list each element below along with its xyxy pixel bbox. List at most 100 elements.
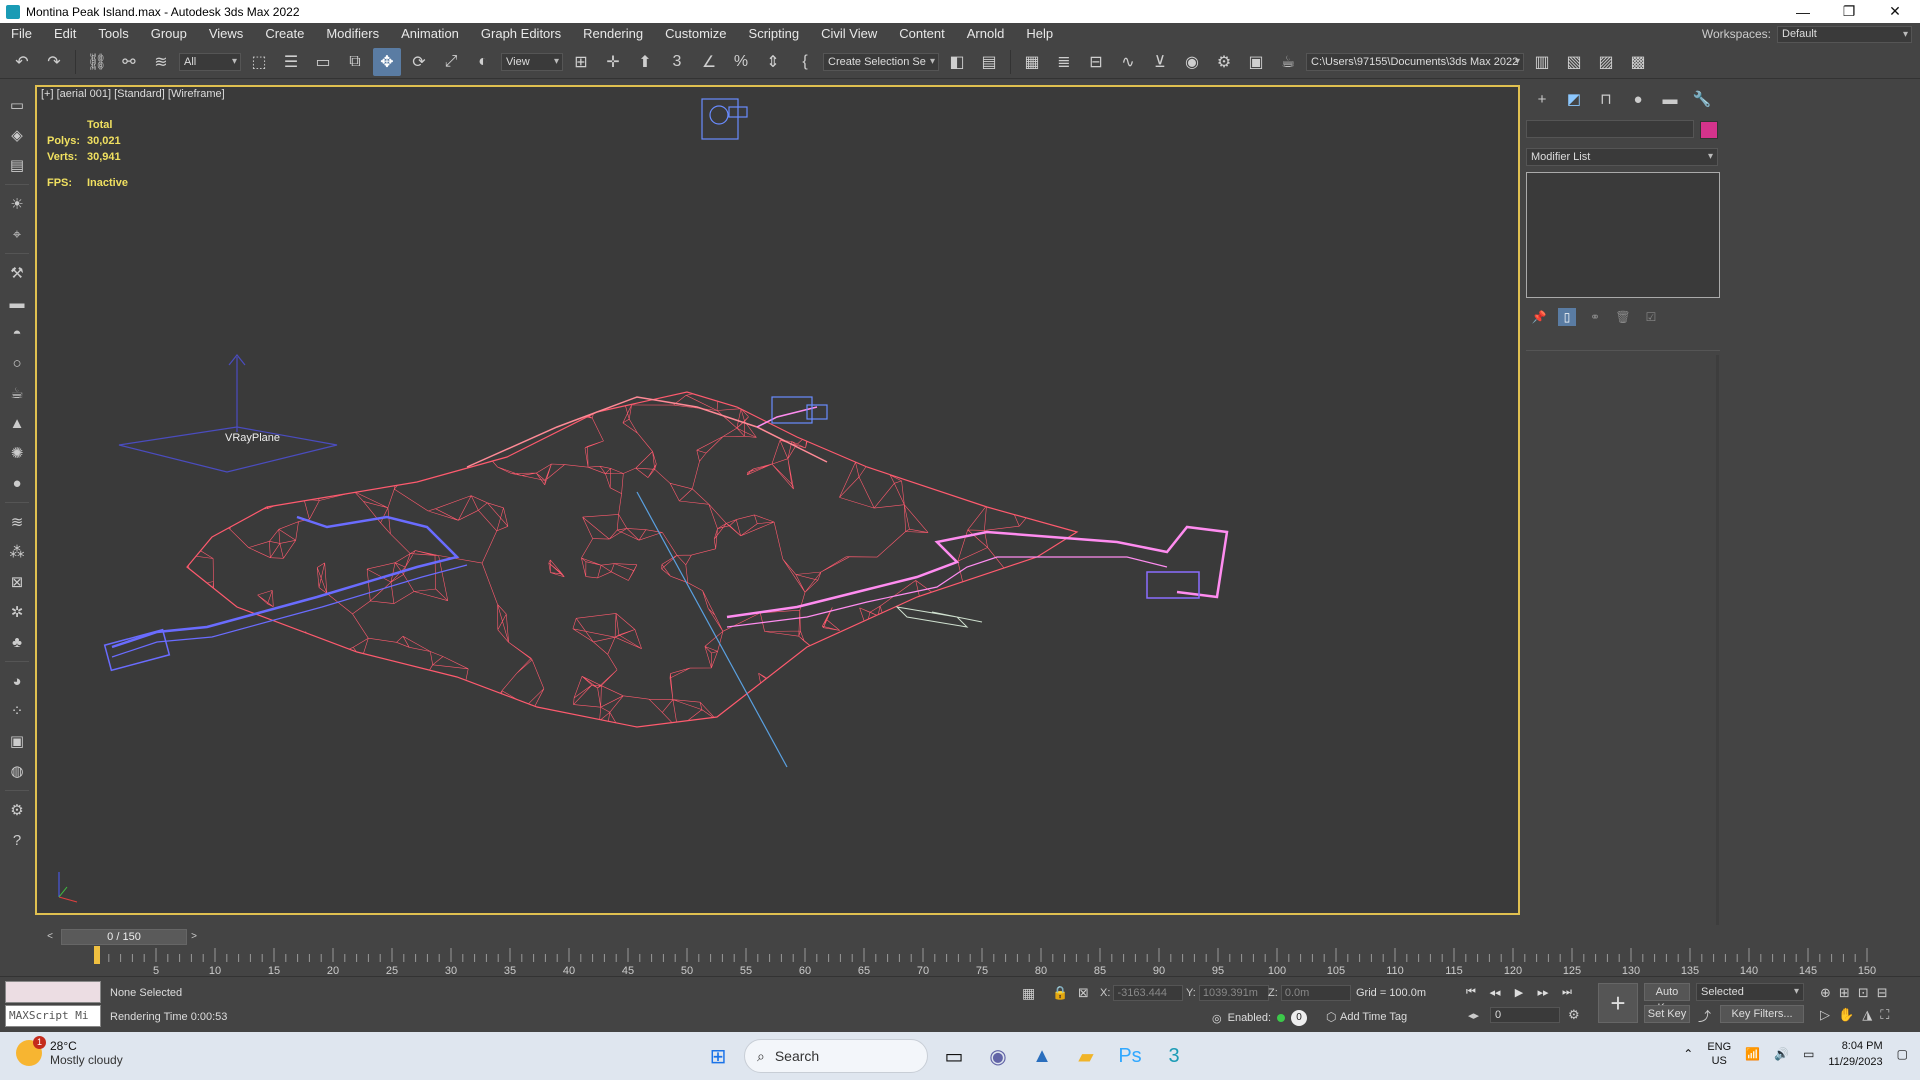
zoom-all-icon[interactable]: ⊞ — [1839, 985, 1850, 1001]
named-selection-dropdown[interactable]: Create Selection Se — [823, 52, 939, 71]
enabled-counter[interactable]: 0 — [1291, 1010, 1308, 1026]
rect-selection-icon[interactable]: ▭ — [309, 48, 337, 76]
unlink-icon[interactable]: ⚯ — [115, 48, 143, 76]
default-in-out-tangent-icon[interactable]: ⤴ — [1698, 1006, 1711, 1025]
create-tab-icon[interactable]: + — [1530, 88, 1554, 110]
notifications-icon[interactable]: ▢ — [1897, 1047, 1908, 1061]
taskbar-search[interactable]: ⌕ Search — [744, 1039, 928, 1073]
selection-filter-dropdown[interactable]: All — [179, 52, 241, 71]
menu-animation[interactable]: Animation — [390, 23, 470, 45]
modifier-list-dropdown[interactable]: Modifier List — [1526, 148, 1718, 166]
project-folder-icon[interactable]: ▥ — [1528, 48, 1556, 76]
project-open-icon[interactable]: ▧ — [1560, 48, 1588, 76]
select-by-name-icon[interactable]: ☰ — [277, 48, 305, 76]
menu-content[interactable]: Content — [888, 23, 956, 45]
proxy-icon[interactable]: ⊠ — [4, 569, 30, 595]
menu-customize[interactable]: Customize — [654, 23, 737, 45]
bind-spacewarp-icon[interactable]: ≋ — [147, 48, 175, 76]
y-coordinate-field[interactable]: 1039.391m — [1198, 985, 1269, 1001]
project-new-icon[interactable]: ▨ — [1592, 48, 1620, 76]
render-icon[interactable]: ☕ — [1274, 48, 1302, 76]
play-icon[interactable]: ▶ — [1510, 983, 1528, 1001]
render-setup-icon[interactable]: ⚙ — [1210, 48, 1238, 76]
scale-icon[interactable]: ⤢ — [437, 48, 465, 76]
battery-icon[interactable]: ▭ — [1803, 1047, 1814, 1061]
time-slider[interactable]: < 0 / 150 > — [35, 928, 1920, 946]
pivot-icon[interactable]: ⊞ — [567, 48, 595, 76]
menu-rendering[interactable]: Rendering — [572, 23, 654, 45]
zoom-extents-icon[interactable]: ⊡ — [1858, 985, 1869, 1001]
clock[interactable]: 8:04 PM 11/29/2023 — [1828, 1038, 1882, 1070]
goto-end-icon[interactable]: ⏭ — [1558, 983, 1576, 1001]
wifi-icon[interactable]: 📶 — [1745, 1047, 1760, 1061]
time-config-icon[interactable]: ⚙ — [1568, 1007, 1580, 1023]
grass-icon[interactable]: ♣ — [4, 629, 30, 655]
task-view-icon[interactable]: ▭ — [936, 1038, 972, 1074]
viewport-label[interactable]: [+] [aerial 001] [Standard] [Wireframe] — [41, 88, 225, 100]
rendered-frame-icon[interactable]: ▣ — [1242, 48, 1270, 76]
x-coordinate-field[interactable]: -3163.444 — [1113, 985, 1184, 1001]
spinner-snap-icon[interactable]: ⇕ — [759, 48, 787, 76]
edit-named-selection-icon[interactable]: { — [791, 48, 819, 76]
3dsmax-taskbar-icon[interactable]: 3 — [1156, 1038, 1192, 1074]
ribbon-icon[interactable]: ⊟ — [1082, 48, 1110, 76]
sky-icon[interactable]: ● — [4, 470, 30, 496]
set-key-button[interactable]: Set Key — [1644, 1005, 1690, 1023]
pan-icon[interactable]: ✋ — [1838, 1007, 1854, 1023]
menu-scripting[interactable]: Scripting — [738, 23, 811, 45]
sphere-icon[interactable]: ○ — [4, 350, 30, 376]
redo-icon[interactable]: ↷ — [40, 48, 68, 76]
time-prev-button[interactable]: < — [43, 929, 57, 945]
menu-group[interactable]: Group — [140, 23, 198, 45]
render-frame-icon[interactable]: ▣ — [4, 728, 30, 754]
hierarchy-tab-icon[interactable]: ⊓ — [1594, 88, 1618, 110]
auto-key-button[interactable]: Auto Key — [1644, 983, 1690, 1014]
menu-graph-editors[interactable]: Graph Editors — [470, 23, 572, 45]
minimize-button[interactable]: — — [1780, 0, 1826, 23]
material-editor-icon[interactable]: ◉ — [1178, 48, 1206, 76]
window-crossing-icon[interactable]: ⧉ — [341, 48, 369, 76]
time-tag-icon[interactable]: ⬡ — [1326, 1010, 1336, 1024]
menu-help[interactable]: Help — [1015, 23, 1064, 45]
adaptive-degradation[interactable]: ◎ Enabled: 0 — [1212, 1010, 1308, 1026]
make-unique-icon[interactable]: ⚭ — [1586, 308, 1604, 326]
utilities-tab-icon[interactable]: 🔧 — [1690, 88, 1714, 110]
maxscript-listener[interactable] — [5, 981, 101, 1003]
particles-icon[interactable]: ⁂ — [4, 539, 30, 565]
track-bar[interactable]: 5 10 15 20 25 30 35 40 45 50 55 60 65 70 75 80 85 90 95 100… — [35, 946, 1920, 976]
object-color-swatch[interactable] — [1700, 121, 1718, 139]
keyboard-shortcut-icon[interactable]: ⬆ — [631, 48, 659, 76]
close-button[interactable]: ✕ — [1872, 0, 1918, 23]
z-coordinate-field[interactable]: 0.0m — [1280, 985, 1351, 1001]
layer-explorer-icon[interactable]: ≣ — [1050, 48, 1078, 76]
angle-snap-icon[interactable]: ∠ — [695, 48, 723, 76]
scene-explorer-icon[interactable]: ▦ — [1018, 48, 1046, 76]
tools-icon[interactable]: ⚙ — [4, 797, 30, 823]
photos-icon[interactable]: ▲ — [1024, 1038, 1060, 1074]
mirror-icon[interactable]: ◧ — [943, 48, 971, 76]
weather-widget[interactable]: 1 28°C Mostly cloudy — [16, 1036, 123, 1067]
environment-icon[interactable]: ◍ — [4, 758, 30, 784]
create-icon[interactable]: ◈ — [4, 122, 30, 148]
prev-frame-icon[interactable]: ◂◂ — [1486, 983, 1504, 1001]
move-icon[interactable]: ✥ — [373, 47, 401, 76]
remove-modifier-icon[interactable]: 🗑 — [1614, 308, 1632, 326]
menu-modifiers[interactable]: Modifiers — [315, 23, 390, 45]
zoom-extents-all-icon[interactable]: ⊟ — [1877, 985, 1888, 1001]
panel-scrollbar[interactable] — [1716, 355, 1719, 925]
display-tab-icon[interactable]: ▬ — [1658, 88, 1682, 110]
modify-tab-icon[interactable]: ◩ — [1562, 88, 1586, 110]
object-name-field[interactable] — [1526, 120, 1694, 138]
time-next-button[interactable]: > — [187, 929, 201, 945]
motion-tab-icon[interactable]: ● — [1626, 88, 1650, 110]
sun-icon[interactable]: ✺ — [4, 440, 30, 466]
configure-sets-icon[interactable]: ☑ — [1642, 308, 1660, 326]
add-time-tag[interactable]: Add Time Tag — [1340, 1011, 1407, 1023]
snap-toggle-icon[interactable]: 3 — [663, 48, 691, 76]
adaptive-icon[interactable]: ◎ — [1212, 1012, 1222, 1025]
absolute-mode-icon[interactable]: ⊠ — [1078, 985, 1089, 1001]
menu-edit[interactable]: Edit — [43, 23, 87, 45]
modifier-stack[interactable] — [1526, 172, 1720, 298]
current-frame-field[interactable]: 0 — [1490, 1007, 1560, 1023]
workspace-dropdown[interactable]: Default — [1777, 25, 1912, 43]
